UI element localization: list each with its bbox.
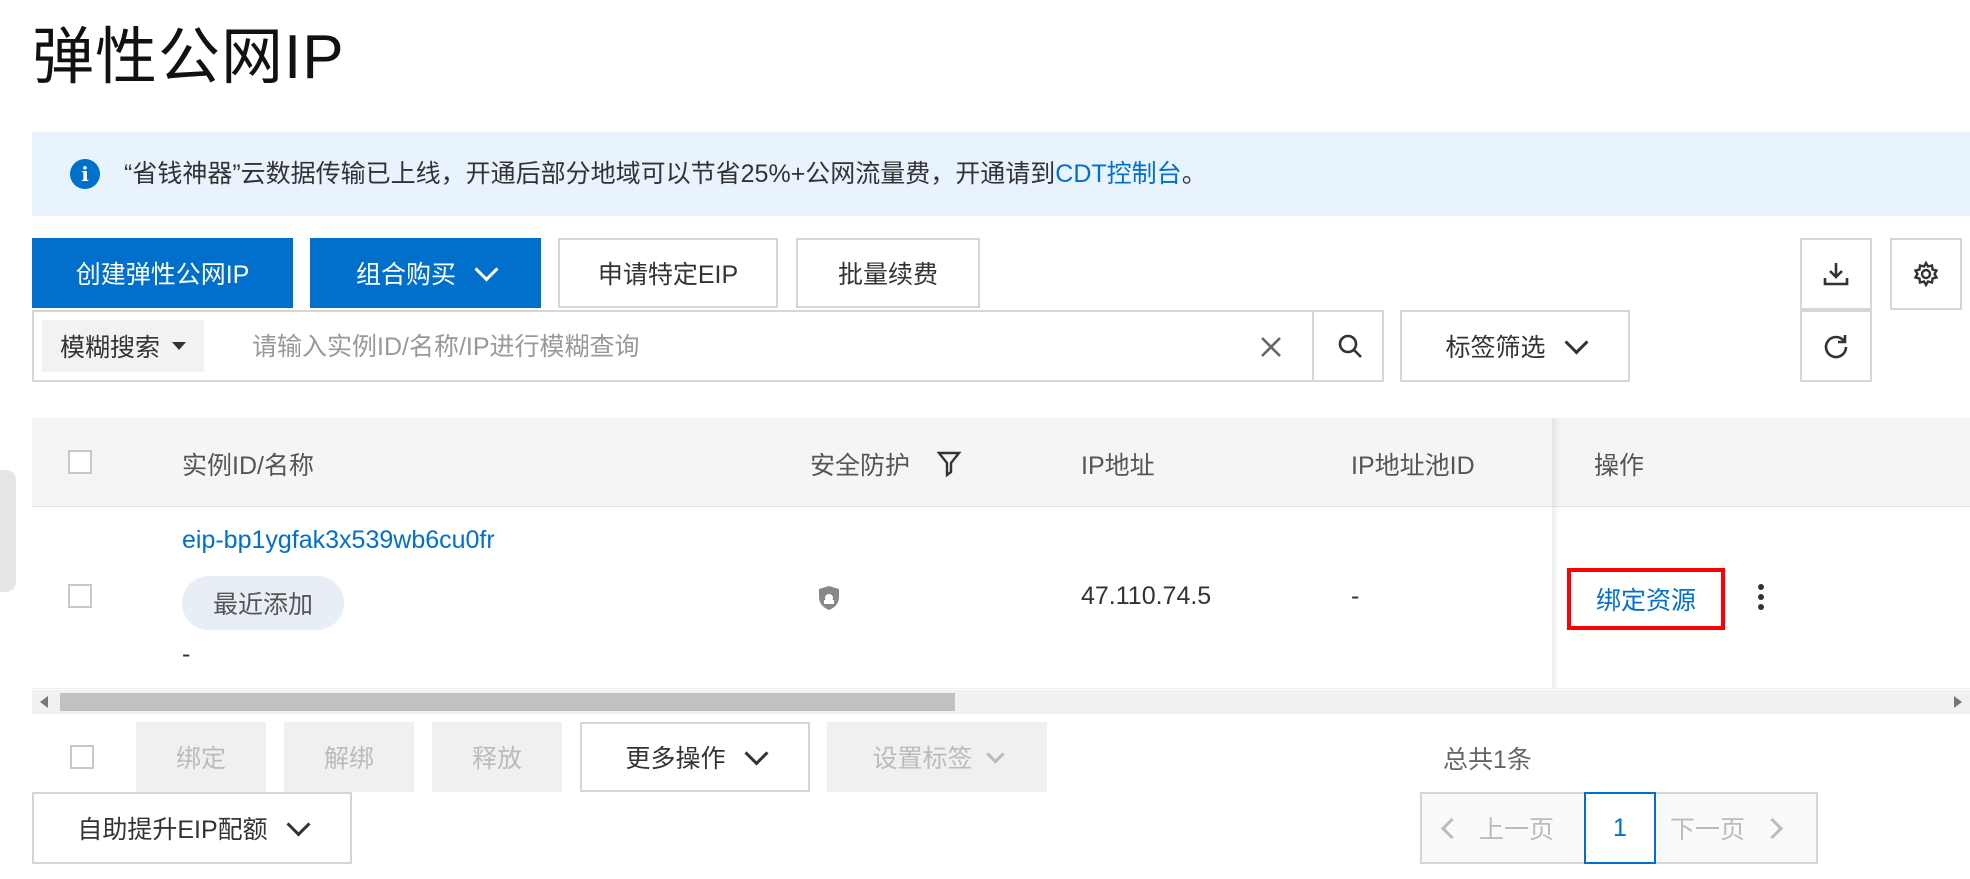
- bottom-select-all-checkbox[interactable]: [70, 745, 94, 769]
- tag-filter-dropdown[interactable]: 标签筛选: [1400, 310, 1630, 382]
- filter-icon[interactable]: [936, 450, 962, 478]
- close-icon[interactable]: [1256, 332, 1286, 362]
- eip-table: 实例ID/名称 安全防护 IP地址 IP地址池ID 操作 eip-bp1ygfa…: [32, 418, 1970, 689]
- scroll-right-arrow-icon[interactable]: [1954, 696, 1962, 708]
- row-checkbox[interactable]: [68, 584, 92, 608]
- unbind-label: 解绑: [323, 745, 374, 773]
- prev-page-button[interactable]: 上一页: [1440, 794, 1555, 862]
- chevron-down-icon: [474, 256, 499, 282]
- scroll-left-arrow-icon[interactable]: [40, 696, 48, 708]
- bind-resource-link[interactable]: 绑定资源: [1567, 568, 1725, 630]
- search-icon: [1338, 334, 1362, 358]
- chevron-down-icon: [743, 740, 769, 766]
- set-tag-label: 设置标签: [872, 745, 973, 773]
- chevron-down-icon: [286, 811, 311, 837]
- notice-text-suffix: 。: [1181, 160, 1207, 188]
- next-page-button[interactable]: 下一页: [1670, 794, 1784, 862]
- search-bar: 模糊搜索: [32, 310, 1384, 382]
- bind-button[interactable]: 绑定: [136, 722, 266, 792]
- ip-address: 47.110.74.5: [1081, 582, 1212, 610]
- release-button[interactable]: 释放: [432, 722, 562, 792]
- chevron-right-icon: [1761, 817, 1784, 839]
- batch-renew-label: 批量续费: [837, 261, 938, 289]
- caret-down-icon: [172, 342, 186, 350]
- shield-icon: [819, 586, 839, 610]
- prev-page-label: 上一页: [1479, 816, 1555, 844]
- gear-icon: [1913, 260, 1939, 288]
- column-header-security: 安全防护: [810, 452, 911, 480]
- next-page-label: 下一页: [1670, 816, 1746, 844]
- pool-id: -: [1351, 582, 1360, 610]
- create-eip-label: 创建弹性公网IP: [75, 261, 250, 289]
- fixed-column-divider: [1552, 418, 1560, 688]
- column-header-instance: 实例ID/名称: [182, 452, 314, 480]
- page-number-current[interactable]: 1: [1584, 792, 1656, 864]
- chevron-left-icon: [1440, 817, 1463, 839]
- raise-eip-quota-dropdown[interactable]: 自助提升EIP配额: [32, 792, 352, 864]
- refresh-button[interactable]: [1800, 310, 1872, 382]
- more-operations-dropdown[interactable]: 更多操作: [580, 722, 810, 792]
- instance-id-link[interactable]: eip-bp1ygfak3x539wb6cu0fr: [182, 526, 495, 555]
- unbind-button[interactable]: 解绑: [284, 722, 414, 792]
- cdt-console-link[interactable]: CDT控制台: [1055, 160, 1181, 188]
- bind-resource-label: 绑定资源: [1595, 587, 1696, 615]
- chevron-down-icon: [1563, 329, 1589, 355]
- sidebar-collapse-handle[interactable]: [0, 470, 16, 592]
- raise-eip-quota-label: 自助提升EIP配额: [77, 816, 268, 844]
- notice-text-prefix: “省钱神器”云数据传输已上线，开通后部分地域可以节省25%+公网流量费，开通请到: [124, 160, 1056, 188]
- column-header-pool: IP地址池ID: [1351, 452, 1475, 480]
- total-count: 总共1条: [1443, 746, 1532, 774]
- release-label: 释放: [471, 745, 522, 773]
- search-input[interactable]: [250, 326, 1254, 368]
- more-actions-icon[interactable]: [1754, 584, 1768, 614]
- table-header: 实例ID/名称 安全防护 IP地址 IP地址池ID 操作: [32, 418, 1970, 507]
- info-icon: i: [70, 159, 100, 189]
- instance-name: -: [182, 640, 191, 668]
- column-header-ip: IP地址: [1081, 452, 1155, 480]
- page-title: 弹性公网IP: [32, 23, 345, 92]
- pagination: 上一页 1 下一页: [1420, 792, 1818, 864]
- chevron-down-icon: [985, 744, 1005, 764]
- select-all-checkbox[interactable]: [68, 450, 92, 474]
- scrollbar-thumb[interactable]: [60, 693, 955, 711]
- search-mode-label: 模糊搜索: [59, 334, 160, 362]
- notice-text: “省钱神器”云数据传输已上线，开通后部分地域可以节省25%+公网流量费，开通请到…: [124, 157, 1207, 191]
- set-tag-dropdown[interactable]: 设置标签: [827, 722, 1047, 792]
- combo-purchase-button[interactable]: 组合购买: [310, 238, 541, 308]
- batch-renew-button[interactable]: 批量续费: [796, 238, 980, 308]
- bind-label: 绑定: [175, 745, 226, 773]
- notice-banner: i “省钱神器”云数据传输已上线，开通后部分地域可以节省25%+公网流量费，开通…: [32, 132, 1970, 216]
- download-button[interactable]: [1800, 238, 1872, 310]
- refresh-icon: [1824, 335, 1848, 359]
- download-icon: [1823, 263, 1849, 286]
- recently-added-badge: 最近添加: [182, 576, 344, 630]
- column-header-ops: 操作: [1594, 452, 1645, 480]
- tag-filter-label: 标签筛选: [1445, 334, 1546, 362]
- create-eip-button[interactable]: 创建弹性公网IP: [32, 238, 293, 308]
- settings-button[interactable]: [1890, 238, 1962, 310]
- apply-specific-eip-button[interactable]: 申请特定EIP: [558, 238, 778, 308]
- combo-purchase-label: 组合购买: [355, 261, 456, 289]
- more-operations-label: 更多操作: [625, 745, 726, 773]
- search-mode-dropdown[interactable]: 模糊搜索: [42, 320, 204, 372]
- table-row: eip-bp1ygfak3x539wb6cu0fr 最近添加 - 47.110.…: [32, 506, 1970, 689]
- search-button[interactable]: [1312, 310, 1386, 382]
- apply-specific-eip-label: 申请特定EIP: [597, 261, 739, 289]
- horizontal-scrollbar[interactable]: [32, 690, 1970, 714]
